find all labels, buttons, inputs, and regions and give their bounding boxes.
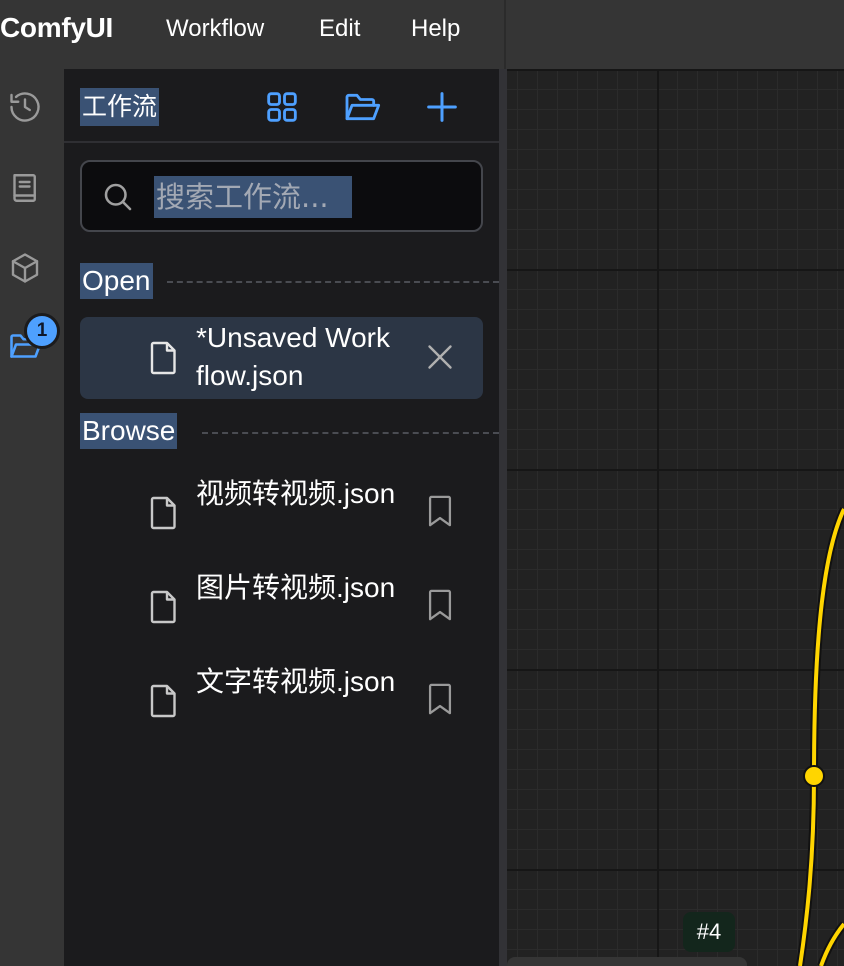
close-workflow-button[interactable] [422, 339, 458, 375]
history-icon[interactable] [7, 89, 43, 125]
section-divider [202, 432, 499, 434]
menu-workflow[interactable]: Workflow [166, 15, 264, 43]
bookmark-icon[interactable] [425, 588, 455, 622]
node-header[interactable] [507, 957, 747, 966]
workflow-list-item[interactable]: 文字转视频.json [80, 656, 483, 748]
workflow-list-item[interactable]: 图片转视频.json [80, 562, 483, 654]
bookmark-icon[interactable] [425, 682, 455, 716]
open-section-label: Open [80, 263, 153, 299]
sidebar-icon-rail: 1 [0, 69, 64, 966]
plus-icon [427, 92, 457, 122]
menu-edit[interactable]: Edit [319, 15, 360, 43]
file-icon [148, 495, 180, 531]
book-icon[interactable] [7, 170, 43, 206]
search-icon [104, 183, 132, 211]
open-count-badge: 1 [24, 313, 60, 349]
panel-header: 工作流 [64, 69, 499, 143]
search-box [80, 160, 483, 232]
grid-view-button[interactable] [262, 87, 302, 127]
cube-icon[interactable] [7, 250, 43, 286]
section-divider [167, 281, 499, 283]
grid-icon [267, 92, 297, 122]
workflow-name: 视频转视频.json [196, 478, 396, 509]
workflow-list-item[interactable]: 视频转视频.json [80, 468, 483, 560]
app-logo: ComfyUI [0, 12, 114, 43]
workflow-name: 图片转视频.json [196, 572, 396, 603]
close-icon [428, 345, 452, 369]
node-link [796, 507, 844, 966]
workflows-panel: 工作流 Open *Uns [64, 69, 499, 966]
menubar-divider [504, 0, 506, 69]
workflow-name: *Unsaved Workflow.json [196, 322, 391, 391]
file-icon [148, 683, 180, 719]
open-workflow-button[interactable] [342, 87, 382, 127]
open-workflow-item[interactable]: *Unsaved Workflow.json [80, 317, 483, 399]
panel-resize-handle[interactable] [499, 69, 507, 966]
graph-canvas[interactable]: #4 [507, 69, 844, 966]
search-input[interactable] [154, 176, 352, 218]
file-icon [148, 589, 180, 625]
top-menubar: ComfyUI Workflow Edit Help [0, 0, 844, 69]
new-workflow-button[interactable] [422, 87, 462, 127]
workflow-name: 文字转视频.json [196, 666, 396, 697]
panel-title: 工作流 [80, 88, 160, 126]
link-midpoint[interactable] [803, 765, 825, 787]
node-id-badge: #4 [683, 912, 735, 952]
folder-open-icon [345, 93, 381, 121]
browse-section-label: Browse [80, 413, 178, 449]
file-icon [148, 340, 180, 376]
bookmark-icon[interactable] [425, 494, 455, 528]
menu-help[interactable]: Help [411, 15, 460, 43]
